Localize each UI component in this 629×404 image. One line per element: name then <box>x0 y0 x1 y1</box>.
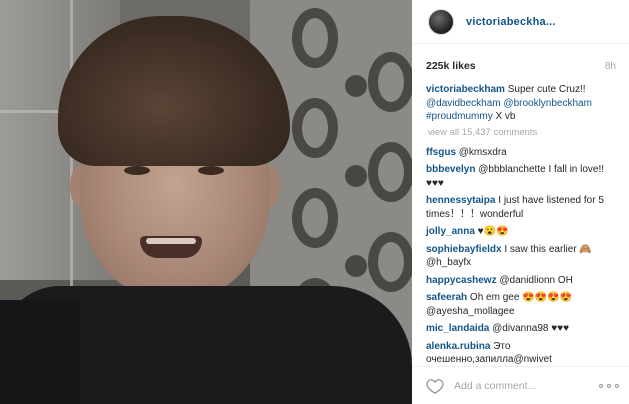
comment: mic_landaida @divanna98 ♥♥♥ <box>426 322 622 336</box>
comment: happycashewz @danidlionn OH <box>426 274 622 288</box>
post-caption: victoriabeckham Super cute Cruz!! @david… <box>426 83 622 124</box>
comment-username[interactable]: happycashewz <box>426 275 497 286</box>
curtain-pattern <box>345 165 367 187</box>
comment-username[interactable]: mic_landaida <box>426 323 489 334</box>
more-options-icon[interactable] <box>599 383 619 388</box>
comment-username[interactable]: alenka.rubina <box>426 341 490 352</box>
comments-list: victoriabeckham Super cute Cruz!! @david… <box>426 83 622 371</box>
post-header: victoriabeckha... <box>412 0 629 44</box>
heart-icon[interactable] <box>426 378 444 394</box>
comment-username[interactable]: hennessytaipa <box>426 195 495 206</box>
curtain-pattern <box>345 75 367 97</box>
post-actions: Add a comment... <box>412 366 629 404</box>
post-time[interactable]: 8h <box>605 61 616 72</box>
add-comment-input[interactable]: Add a comment... <box>454 380 599 392</box>
comment-username[interactable]: sophiebayfieldx <box>426 244 502 255</box>
username-link[interactable]: victoriabeckha... <box>466 16 556 28</box>
comment-username[interactable]: safeerah <box>426 292 467 303</box>
comment: sophiebayfieldx I saw this earlier 🙈 @h_… <box>426 243 622 270</box>
curtain-pattern <box>368 232 412 292</box>
eye <box>198 166 224 175</box>
curtain-pattern <box>292 188 338 248</box>
curtain-pattern <box>368 142 412 202</box>
comment: hennessytaipa I just have listened for 5… <box>426 194 622 221</box>
likes-count[interactable]: 225k likes <box>426 60 476 72</box>
curtain-pattern <box>345 255 367 277</box>
eye <box>124 166 150 175</box>
instagram-post-modal: victoriabeckha... 225k likes 8h victoria… <box>0 0 629 404</box>
curtain-pattern <box>292 8 338 68</box>
comment: jolly_anna ♥😮😍 <box>426 225 622 239</box>
curtain-pattern <box>368 52 412 112</box>
comment-username[interactable]: ffsgus <box>426 147 456 158</box>
comment-text: @divanna98 ♥♥♥ <box>489 323 570 334</box>
comment-username[interactable]: jolly_anna <box>426 226 475 237</box>
mouth <box>140 236 202 258</box>
post-meta: 225k likes 8h <box>426 58 616 74</box>
avatar[interactable] <box>428 8 454 35</box>
post-photo[interactable] <box>0 0 412 404</box>
comment-text: @danidlionn OH <box>496 274 573 286</box>
comment-text: ♥😮😍 <box>474 226 509 237</box>
comment-username[interactable]: bbbevelyn <box>426 164 475 175</box>
boy-portrait <box>58 16 290 318</box>
curtain-pattern <box>292 98 338 158</box>
comment: alenka.rubina Это очешенно,запилла@nwive… <box>426 340 622 367</box>
caption-username[interactable]: victoriabeckham <box>426 84 505 95</box>
view-all-comments-link[interactable]: view all 15,437 comments <box>428 127 622 138</box>
post-sidebar: victoriabeckha... 225k likes 8h victoria… <box>412 0 629 404</box>
dark-shirt <box>0 300 80 404</box>
caption-tail: X vb <box>492 111 516 122</box>
caption-text: Super cute Cruz!! <box>504 84 586 95</box>
comment-text: @kmsxdra <box>456 146 507 158</box>
hair <box>58 16 290 166</box>
comment: bbbevelyn @bbblanchette I fall in love!!… <box>426 163 622 190</box>
comment: safeerah Oh em gee 😍😍😍😍 @ayesha_mollagee <box>426 291 622 318</box>
comment: ffsgus @kmsxdra <box>426 146 622 160</box>
